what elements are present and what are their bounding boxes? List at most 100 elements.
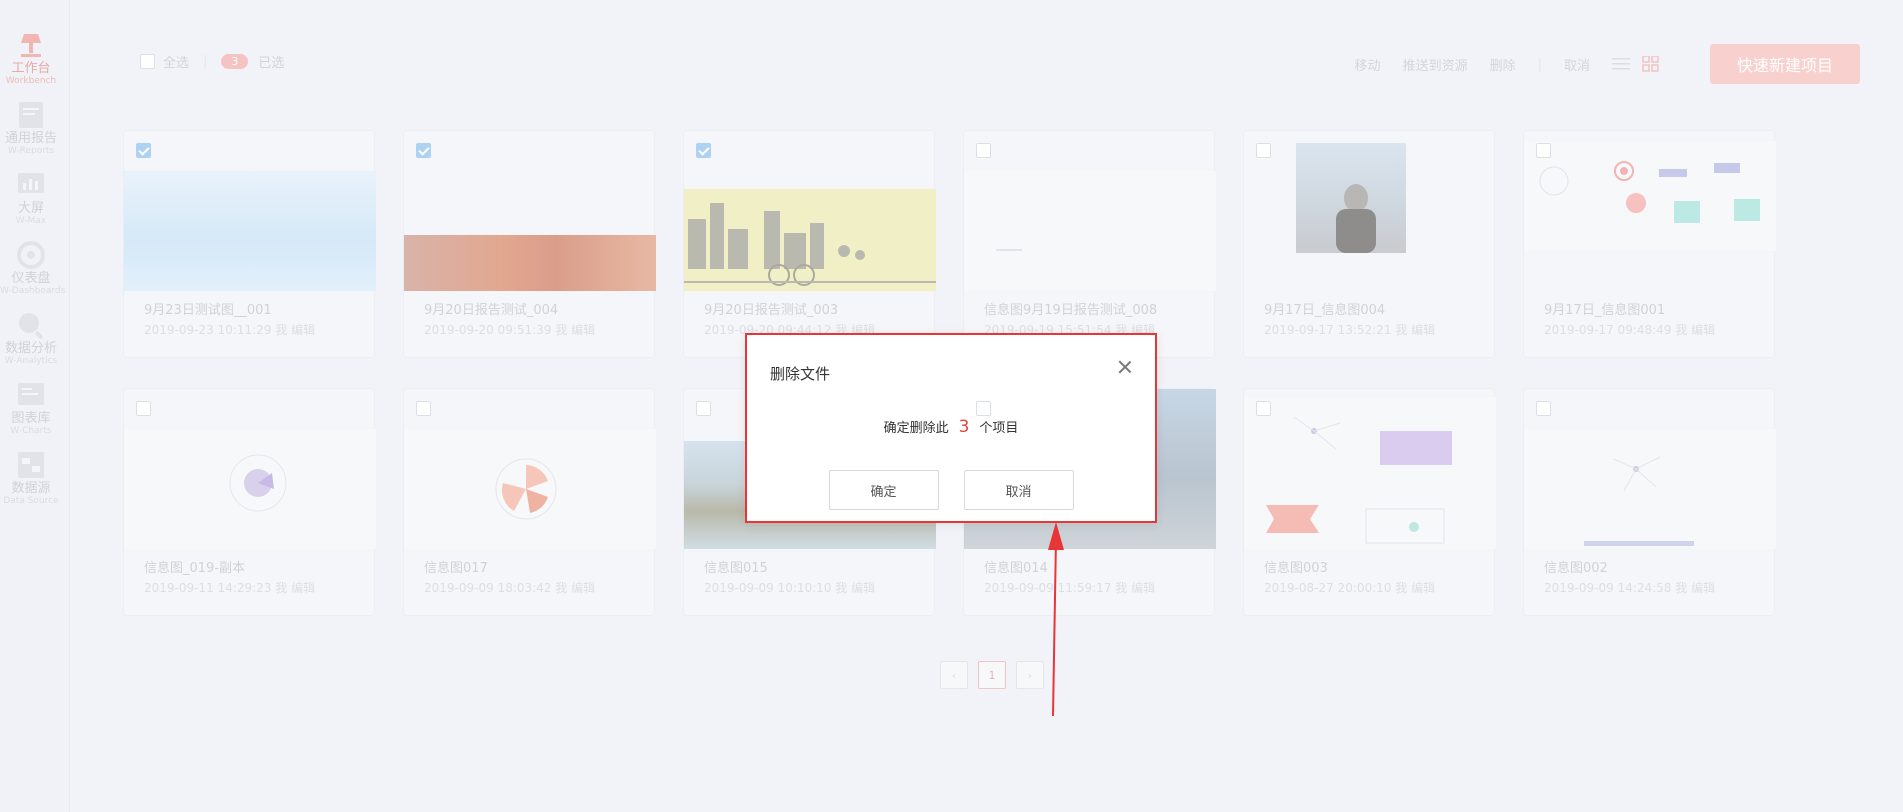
project-card[interactable]: 9月17日_信息图001 2019-09-17 09:48:49 我 编辑 [1523,130,1776,358]
list-view-icon[interactable] [1612,56,1630,72]
message-suffix: 个项目 [979,421,1019,436]
workbench-icon [16,30,46,60]
card-title: 信息图017 [424,561,488,576]
app-root: 工作台 Workbench 通用报告 W-Reports 大屏 W-Max 仪表… [0,0,1903,812]
sidebar-item-datasource[interactable]: 数据源 Data Source [0,450,62,506]
sidebar-item-workbench[interactable]: 工作台 Workbench [0,30,62,86]
divider: | [203,54,208,69]
sidebar-item-label: 通用报告 [4,131,57,146]
bigscreen-icon [16,170,46,200]
sidebar-item-label: 大屏 [17,201,44,216]
card-thumbnail [1524,141,1776,251]
card-checkbox[interactable] [1536,143,1551,158]
close-icon[interactable] [1117,359,1133,375]
card-checkbox[interactable] [416,143,431,158]
grid-view-icon[interactable] [1642,55,1660,72]
card-thumbnail [404,429,656,549]
push-to-resources-button[interactable]: 推送到资源 [1403,55,1468,74]
card-title: 信息图_019-副本 [144,561,246,576]
card-checkbox[interactable] [696,143,711,158]
divider: | [1537,56,1542,72]
selected-count-badge: 3 [221,54,249,69]
card-title: 9月17日_信息图004 [1264,303,1386,318]
card-thumbnail [124,429,376,549]
card-checkbox[interactable] [1256,401,1271,416]
annotation-arrow-icon [1048,522,1064,717]
project-card[interactable]: 信息图002 2019-09-09 14:24:58 我 编辑 [1523,388,1776,616]
confirm-button[interactable]: 确定 [828,470,939,510]
card-title: 信息图003 [1264,561,1328,576]
card-meta: 2019-09-09 18:03:42 我 编辑 [424,581,596,595]
sidebar: 工作台 Workbench 通用报告 W-Reports 大屏 W-Max 仪表… [0,0,70,812]
sidebar-item-sublabel: W-Max [15,216,47,226]
project-card[interactable]: 9月20日报告测试_003 2019-09-20 09:44:12 我 编辑 [683,130,936,358]
card-thumbnail [124,171,376,291]
card-checkbox[interactable] [976,143,991,158]
sidebar-item-analytics[interactable]: 数据分析 W-Analytics [0,310,62,366]
card-thumbnail [1244,397,1496,549]
project-card[interactable]: 信息图017 2019-09-09 18:03:42 我 编辑 [403,388,656,616]
cancel-button[interactable]: 取消 [963,470,1074,510]
card-meta: 2019-09-11 14:29:23 我 编辑 [144,581,316,595]
dialog-message: 确定删除此 3 个项目 [747,417,1155,437]
sidebar-item-charts[interactable]: 图表库 W-Charts [0,380,62,436]
message-prefix: 确定删除此 [883,421,949,436]
new-project-button[interactable]: 快速新建项目 [1710,44,1860,84]
project-card[interactable]: 信息图9月19日报告测试_008 2019-09-19 15:51:54 我 编… [963,130,1216,358]
page-number-button[interactable]: 1 [978,661,1006,689]
card-meta: 2019-09-17 09:48:49 我 编辑 [1544,323,1716,337]
card-title: 9月20日报告测试_003 [704,303,839,318]
select-all-label[interactable]: 全选 [163,52,189,71]
sidebar-item-reports[interactable]: 通用报告 W-Reports [0,100,62,156]
card-title: 信息图015 [704,561,768,576]
sidebar-item-bigscreen[interactable]: 大屏 W-Max [0,170,62,226]
dialog-title: 删除文件 [770,365,831,383]
toolbar-actions: 移动 推送到资源 删除 | 取消 快速新建项目 [1355,44,1860,84]
sidebar-item-label: 仪表盘 [11,271,51,286]
sidebar-item-sublabel: W-Dashboards [0,286,66,296]
project-card[interactable]: 9月17日_信息图004 2019-09-17 13:52:21 我 编辑 [1243,130,1495,358]
card-checkbox[interactable] [136,143,151,158]
card-title: 9月20日报告测试_004 [424,303,559,318]
delete-button[interactable]: 删除 [1490,55,1516,74]
sidebar-item-sublabel: W-Charts [10,426,52,436]
move-button[interactable]: 移动 [1355,55,1381,74]
sidebar-item-sublabel: W-Reports [7,146,55,156]
sidebar-item-label: 工作台 [11,61,51,76]
project-card[interactable]: 信息图_019-副本 2019-09-11 14:29:23 我 编辑 [123,388,376,616]
toolbar: 全选 | 3 已选 移动 推送到资源 删除 | 取消 快速新建项目 [130,40,1860,84]
sidebar-item-dashboard[interactable]: 仪表盘 W-Dashboards [0,240,66,296]
sidebar-item-label: 图表库 [11,411,51,426]
project-card[interactable]: 信息图003 2019-08-27 20:00:10 我 编辑 [1243,388,1496,616]
card-checkbox[interactable] [976,401,991,416]
selected-label: 已选 [258,56,285,71]
card-title: 9月17日_信息图001 [1544,303,1666,318]
report-icon [16,100,46,130]
card-checkbox[interactable] [1256,143,1271,158]
card-checkbox[interactable] [1536,401,1551,416]
delete-confirm-dialog: 删除文件 确定删除此 3 个项目 确定 取消 [745,333,1157,523]
card-meta: 2019-09-20 09:51:39 我 编辑 [424,323,596,337]
chart-library-icon [16,380,46,410]
card-meta: 2019-09-23 10:11:29 我 编辑 [144,323,316,337]
card-meta: 2019-08-27 20:00:10 我 编辑 [1264,581,1436,595]
sidebar-item-label: 数据分析 [4,341,57,356]
card-thumbnail [684,189,936,291]
sidebar-item-sublabel: Data Source [3,496,59,506]
select-all-checkbox[interactable] [140,54,155,69]
prev-page-button[interactable]: ‹ [940,661,968,689]
card-title: 9月23日测试图__001 [144,303,272,318]
cancel-selection-button[interactable]: 取消 [1564,55,1590,74]
analytics-icon [16,310,46,340]
dashboard-icon [16,240,46,270]
card-checkbox[interactable] [136,401,151,416]
project-card[interactable]: 9月23日测试图__001 2019-09-23 10:11:29 我 编辑 [123,130,376,358]
card-thumbnail [1524,429,1776,549]
sidebar-item-sublabel: Workbench [5,76,57,86]
delete-count: 3 [958,417,970,437]
project-card[interactable]: 9月20日报告测试_004 2019-09-20 09:51:39 我 编辑 [403,130,656,358]
sidebar-item-sublabel: W-Analytics [4,356,58,366]
card-checkbox[interactable] [696,401,711,416]
card-checkbox[interactable] [416,401,431,416]
card-thumbnail [404,235,656,291]
